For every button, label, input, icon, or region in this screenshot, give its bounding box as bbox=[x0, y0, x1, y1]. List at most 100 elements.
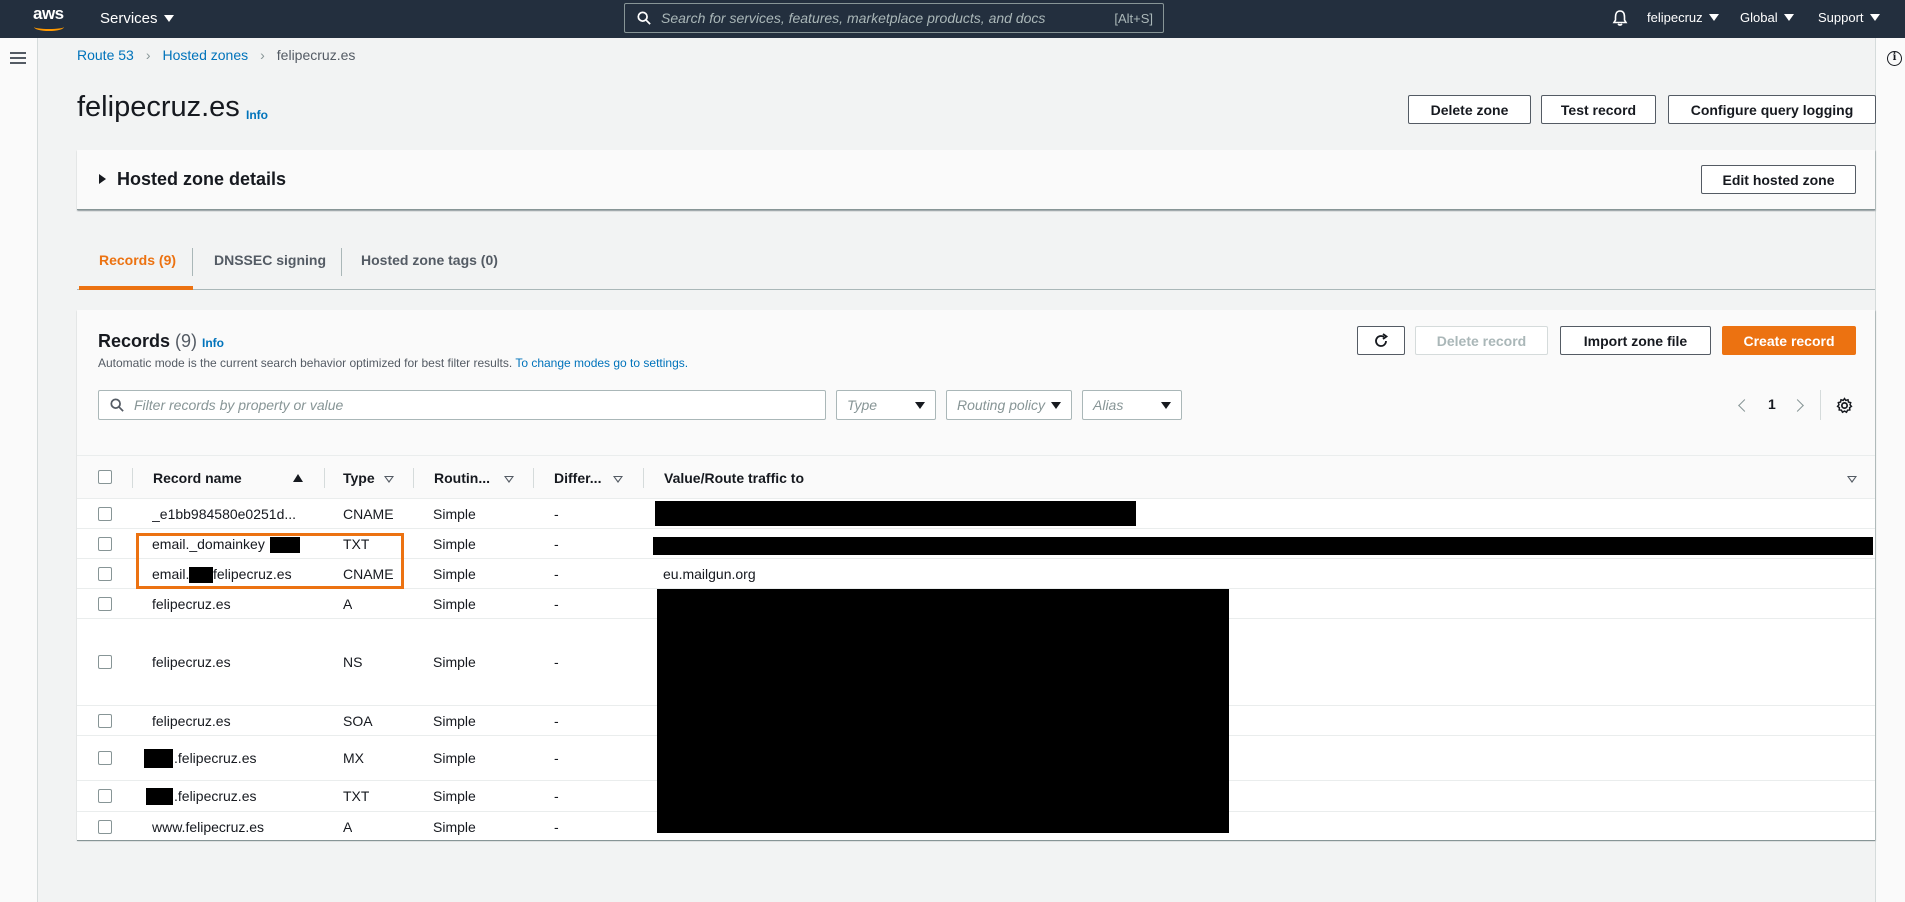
region-label: Global bbox=[1740, 10, 1778, 25]
chevron-down-icon bbox=[1783, 14, 1794, 21]
region-menu[interactable]: Global bbox=[1740, 10, 1794, 25]
chevron-down-icon bbox=[1708, 14, 1719, 21]
redacted-value bbox=[655, 501, 1136, 526]
redacted-value bbox=[653, 537, 1873, 555]
configure-query-logging-button[interactable]: Configure query logging bbox=[1668, 95, 1876, 124]
tab-divider bbox=[341, 248, 342, 276]
highlight-box bbox=[136, 533, 404, 589]
record-name: felipecruz.es bbox=[152, 654, 231, 670]
records-info-link[interactable]: Info bbox=[202, 336, 224, 350]
info-icon[interactable]: i bbox=[1887, 51, 1902, 66]
record-differentiator: - bbox=[554, 713, 559, 729]
chevron-down-icon bbox=[1869, 14, 1880, 21]
filter-records[interactable] bbox=[98, 390, 826, 420]
breadcrumb-route53[interactable]: Route 53 bbox=[77, 47, 134, 63]
sort-icon[interactable] bbox=[384, 476, 394, 483]
tab-hosted-zone-tags[interactable]: Hosted zone tags (0) bbox=[361, 252, 498, 268]
search-shortcut: [Alt+S] bbox=[1114, 11, 1153, 26]
row-checkbox[interactable] bbox=[98, 507, 112, 521]
services-label: Services bbox=[100, 10, 158, 27]
chevron-right-icon[interactable] bbox=[1791, 399, 1804, 412]
redacted-name bbox=[146, 788, 173, 805]
row-checkbox[interactable] bbox=[98, 714, 112, 728]
chevron-down-icon bbox=[1051, 402, 1061, 409]
column-value[interactable]: Value/Route traffic to bbox=[664, 470, 804, 486]
record-type: MX bbox=[343, 750, 364, 766]
redacted-name bbox=[144, 749, 173, 768]
row-checkbox[interactable] bbox=[98, 655, 112, 669]
edit-hosted-zone-button[interactable]: Edit hosted zone bbox=[1701, 165, 1856, 194]
user-menu[interactable]: felipecruz bbox=[1647, 10, 1719, 25]
table-header: Record name Type Routin... Differ... Val… bbox=[77, 455, 1875, 499]
column-routing-policy[interactable]: Routin... bbox=[434, 470, 490, 486]
row-checkbox[interactable] bbox=[98, 751, 112, 765]
tab-records[interactable]: Records (9) bbox=[99, 252, 176, 268]
sort-icon[interactable] bbox=[1847, 476, 1857, 483]
hosted-zone-details-label: Hosted zone details bbox=[117, 169, 287, 189]
row-checkbox[interactable] bbox=[98, 537, 112, 551]
record-routing: Simple bbox=[433, 566, 476, 582]
import-zone-file-button[interactable]: Import zone file bbox=[1560, 326, 1711, 355]
routing-policy-label: Routing policy bbox=[957, 397, 1045, 413]
row-checkbox[interactable] bbox=[98, 597, 112, 611]
select-all-checkbox[interactable] bbox=[98, 470, 112, 484]
column-type[interactable]: Type bbox=[343, 470, 375, 486]
filter-records-input[interactable] bbox=[134, 397, 814, 413]
records-title-text: Records bbox=[98, 331, 171, 351]
record-differentiator: - bbox=[554, 536, 559, 552]
aws-logo-text: aws bbox=[33, 4, 64, 23]
breadcrumb-hosted-zones[interactable]: Hosted zones bbox=[163, 47, 249, 63]
global-search-input[interactable] bbox=[661, 10, 1101, 26]
record-type: NS bbox=[343, 654, 363, 670]
records-title: Records (9) bbox=[98, 331, 197, 352]
delete-record-button[interactable]: Delete record bbox=[1415, 326, 1548, 355]
delete-zone-button[interactable]: Delete zone bbox=[1408, 95, 1531, 124]
support-menu[interactable]: Support bbox=[1818, 10, 1880, 25]
create-record-button[interactable]: Create record bbox=[1722, 326, 1856, 355]
record-name: .felipecruz.es bbox=[174, 788, 257, 804]
global-search[interactable]: [Alt+S] bbox=[624, 3, 1164, 33]
breadcrumb: Route 53 › Hosted zones › felipecruz.es bbox=[77, 47, 355, 63]
aws-smile-icon bbox=[34, 23, 64, 31]
alias-select[interactable]: Alias bbox=[1082, 390, 1182, 420]
aws-logo[interactable]: aws bbox=[33, 5, 69, 33]
title-info-link[interactable]: Info bbox=[246, 108, 268, 122]
tab-bar: Records (9) DNSSEC signing Hosted zone t… bbox=[77, 236, 1875, 290]
routing-policy-select[interactable]: Routing policy bbox=[946, 390, 1072, 420]
column-differentiator[interactable]: Differ... bbox=[554, 470, 601, 486]
type-select[interactable]: Type bbox=[836, 390, 936, 420]
refresh-button[interactable] bbox=[1357, 326, 1405, 355]
sort-icon[interactable] bbox=[613, 476, 623, 483]
test-record-button[interactable]: Test record bbox=[1541, 95, 1656, 124]
record-routing: Simple bbox=[433, 536, 476, 552]
sort-ascending-icon[interactable] bbox=[293, 474, 303, 482]
top-navigation: aws Services [Alt+S] felipecruz Global S… bbox=[0, 0, 1905, 38]
tab-dnssec-signing[interactable]: DNSSEC signing bbox=[214, 252, 326, 268]
record-differentiator: - bbox=[554, 506, 559, 522]
records-description: Automatic mode is the current search beh… bbox=[98, 356, 688, 370]
page-number[interactable]: 1 bbox=[1768, 396, 1776, 412]
chevron-right-icon: › bbox=[260, 47, 265, 63]
record-routing: Simple bbox=[433, 596, 476, 612]
chevron-left-icon[interactable] bbox=[1738, 399, 1751, 412]
column-record-name[interactable]: Record name bbox=[153, 470, 242, 486]
gear-icon[interactable] bbox=[1836, 397, 1853, 414]
row-checkbox[interactable] bbox=[98, 567, 112, 581]
menu-icon[interactable] bbox=[10, 52, 26, 65]
hosted-zone-details-panel[interactable]: Hosted zone details bbox=[77, 150, 1875, 210]
search-icon bbox=[637, 11, 651, 25]
sort-icon[interactable] bbox=[504, 476, 514, 483]
record-differentiator: - bbox=[554, 788, 559, 804]
record-type: SOA bbox=[343, 713, 373, 729]
record-type: A bbox=[343, 819, 353, 835]
settings-link[interactable]: To change modes go to settings. bbox=[515, 356, 688, 370]
record-routing: Simple bbox=[433, 713, 476, 729]
services-menu-button[interactable]: Services bbox=[100, 10, 174, 27]
bell-icon[interactable] bbox=[1611, 9, 1629, 27]
column-divider bbox=[324, 468, 325, 488]
row-checkbox[interactable] bbox=[98, 820, 112, 834]
left-sidebar bbox=[0, 38, 38, 902]
right-help-panel bbox=[1875, 38, 1905, 902]
row-checkbox[interactable] bbox=[98, 789, 112, 803]
record-routing: Simple bbox=[433, 750, 476, 766]
